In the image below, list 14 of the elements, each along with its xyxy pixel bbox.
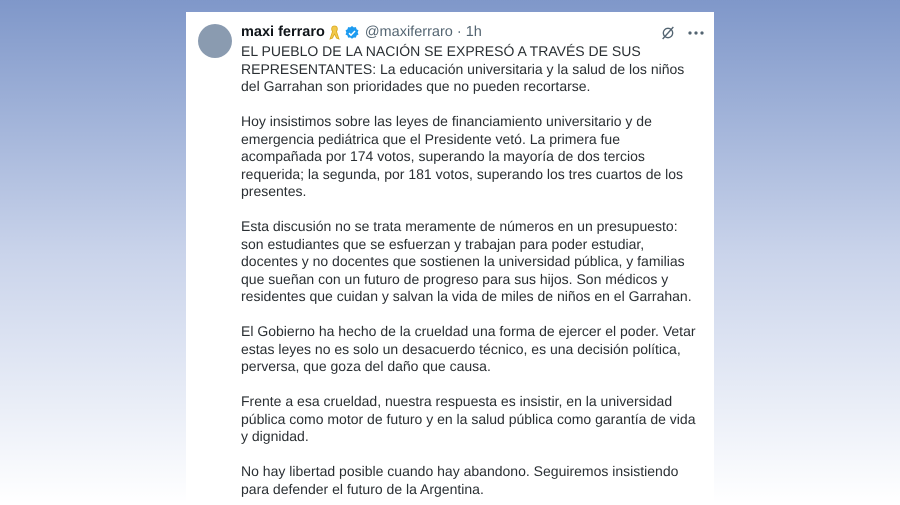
slashed-circle-icon[interactable]	[660, 25, 676, 41]
post-paragraph: No hay libertad posible cuando hay abandono. Seguiremos insistiendo para defender el futuro de la Argentina.	[241, 463, 680, 498]
avatar[interactable]	[198, 24, 232, 58]
post-paragraph: EL PUEBLO DE LA NACIÓN SE EXPRESÓ A TRAVÉS DE SUS REPRESENTANTES: La educación universitaria y la salud de los niños del Garrahan son prioridades que no pueden recortarse.	[241, 43, 686, 96]
post-paragraph: El Gobierno ha hecho de la crueldad una forma de ejercer el poder. Vetar estas leyes no es solo un desacuerdo técnico, es una decisión política, perversa, que goza del daño que causa.	[241, 323, 697, 376]
post-paragraph: Esta discusión no se trata meramente de números en un presupuesto: son estudiantes que se esfuerzan y trabajan para poder estudiar, docentes y no docentes que sostienen la universidad pública, y familias que sueñan con un futuro de progreso para sus hijos. Son médicos y residentes que cuidan y salvan la vida de miles de niños en el Garrahan.	[241, 218, 693, 306]
author-name[interactable]: maxi ferraro	[241, 22, 325, 44]
user-handle[interactable]: @maxiferraro	[364, 22, 453, 44]
post-paragraph: Hoy insistimos sobre las leyes de financiamiento universitario y de emergencia pediátrica que el Presidente vetó. La primera fue acompañada por 174 votos, superando la mayoría de dos tercios requerida; la segunda, por 181 votos, superando los tres cuartos de los presentes.	[241, 113, 684, 200]
more-options-icon[interactable]	[688, 31, 704, 35]
separator-dot: ·	[456, 23, 462, 42]
post-time[interactable]: 1h	[466, 22, 482, 44]
ribbon-icon	[328, 25, 340, 41]
post-paragraph: Frente a esa crueldad, nuestra respuesta es insistir, en la universidad pública como motor de futuro y en la salud pública como garantía de vida y dignidad.	[241, 393, 696, 446]
